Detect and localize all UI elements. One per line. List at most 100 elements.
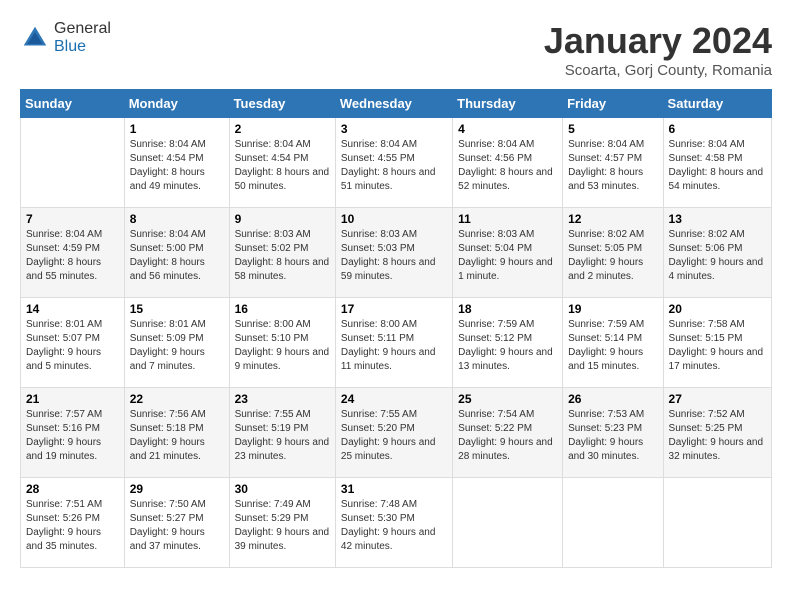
day-info: Sunrise: 8:04 AM Sunset: 4:55 PM Dayligh… bbox=[341, 138, 447, 194]
daylight: Daylight: 8 hours and 52 minutes. bbox=[458, 167, 553, 192]
day-number: 16 bbox=[235, 302, 330, 316]
calendar-cell: 29 Sunrise: 7:50 AM Sunset: 5:27 PM Dayl… bbox=[124, 478, 229, 568]
calendar-cell: 6 Sunrise: 8:04 AM Sunset: 4:58 PM Dayli… bbox=[663, 118, 771, 208]
day-number: 22 bbox=[130, 392, 224, 406]
sunrise: Sunrise: 8:04 AM bbox=[458, 139, 534, 150]
sunset: Sunset: 5:15 PM bbox=[669, 333, 743, 344]
day-number: 18 bbox=[458, 302, 557, 316]
calendar-cell: 24 Sunrise: 7:55 AM Sunset: 5:20 PM Dayl… bbox=[335, 388, 452, 478]
day-number: 15 bbox=[130, 302, 224, 316]
sunrise: Sunrise: 7:58 AM bbox=[669, 319, 745, 330]
daylight: Daylight: 9 hours and 5 minutes. bbox=[26, 347, 101, 372]
calendar-cell bbox=[563, 478, 663, 568]
calendar-week-5: 28 Sunrise: 7:51 AM Sunset: 5:26 PM Dayl… bbox=[21, 478, 772, 568]
sunset: Sunset: 4:57 PM bbox=[568, 153, 642, 164]
calendar-cell: 4 Sunrise: 8:04 AM Sunset: 4:56 PM Dayli… bbox=[453, 118, 563, 208]
sunset: Sunset: 5:09 PM bbox=[130, 333, 204, 344]
calendar-cell: 28 Sunrise: 7:51 AM Sunset: 5:26 PM Dayl… bbox=[21, 478, 125, 568]
day-info: Sunrise: 8:03 AM Sunset: 5:02 PM Dayligh… bbox=[235, 228, 330, 284]
sunset: Sunset: 4:54 PM bbox=[130, 153, 204, 164]
daylight: Daylight: 9 hours and 9 minutes. bbox=[235, 347, 330, 372]
daylight: Daylight: 8 hours and 53 minutes. bbox=[568, 167, 643, 192]
sunrise: Sunrise: 7:55 AM bbox=[235, 409, 311, 420]
sunrise: Sunrise: 8:04 AM bbox=[235, 139, 311, 150]
sunset: Sunset: 5:19 PM bbox=[235, 423, 309, 434]
calendar-cell: 25 Sunrise: 7:54 AM Sunset: 5:22 PM Dayl… bbox=[453, 388, 563, 478]
calendar-cell: 31 Sunrise: 7:48 AM Sunset: 5:30 PM Dayl… bbox=[335, 478, 452, 568]
calendar-cell: 26 Sunrise: 7:53 AM Sunset: 5:23 PM Dayl… bbox=[563, 388, 663, 478]
sunset: Sunset: 5:29 PM bbox=[235, 513, 309, 524]
daylight: Daylight: 8 hours and 58 minutes. bbox=[235, 257, 330, 282]
day-info: Sunrise: 8:04 AM Sunset: 4:59 PM Dayligh… bbox=[26, 228, 119, 284]
calendar-week-3: 14 Sunrise: 8:01 AM Sunset: 5:07 PM Dayl… bbox=[21, 298, 772, 388]
sunset: Sunset: 5:18 PM bbox=[130, 423, 204, 434]
day-info: Sunrise: 7:55 AM Sunset: 5:20 PM Dayligh… bbox=[341, 408, 447, 464]
daylight: Daylight: 9 hours and 28 minutes. bbox=[458, 437, 553, 462]
day-info: Sunrise: 7:59 AM Sunset: 5:12 PM Dayligh… bbox=[458, 318, 557, 374]
sunrise: Sunrise: 8:03 AM bbox=[235, 229, 311, 240]
daylight: Daylight: 9 hours and 32 minutes. bbox=[669, 437, 764, 462]
day-info: Sunrise: 7:52 AM Sunset: 5:25 PM Dayligh… bbox=[669, 408, 766, 464]
day-info: Sunrise: 7:54 AM Sunset: 5:22 PM Dayligh… bbox=[458, 408, 557, 464]
sunset: Sunset: 5:30 PM bbox=[341, 513, 415, 524]
calendar-header: Sunday Monday Tuesday Wednesday Thursday… bbox=[21, 90, 772, 118]
day-number: 17 bbox=[341, 302, 447, 316]
sunset: Sunset: 5:26 PM bbox=[26, 513, 100, 524]
day-number: 1 bbox=[130, 122, 224, 136]
header-friday: Friday bbox=[563, 90, 663, 118]
header-monday: Monday bbox=[124, 90, 229, 118]
day-number: 29 bbox=[130, 482, 224, 496]
calendar-cell: 20 Sunrise: 7:58 AM Sunset: 5:15 PM Dayl… bbox=[663, 298, 771, 388]
page-header: General Blue January 2024 Scoarta, Gorj … bbox=[20, 20, 772, 79]
sunset: Sunset: 5:12 PM bbox=[458, 333, 532, 344]
sunset: Sunset: 5:23 PM bbox=[568, 423, 642, 434]
calendar-cell: 27 Sunrise: 7:52 AM Sunset: 5:25 PM Dayl… bbox=[663, 388, 771, 478]
sunset: Sunset: 5:05 PM bbox=[568, 243, 642, 254]
daylight: Daylight: 9 hours and 21 minutes. bbox=[130, 437, 205, 462]
day-info: Sunrise: 7:51 AM Sunset: 5:26 PM Dayligh… bbox=[26, 498, 119, 554]
sunset: Sunset: 4:56 PM bbox=[458, 153, 532, 164]
daylight: Daylight: 9 hours and 2 minutes. bbox=[568, 257, 643, 282]
sunset: Sunset: 4:55 PM bbox=[341, 153, 415, 164]
day-number: 8 bbox=[130, 212, 224, 226]
day-number: 23 bbox=[235, 392, 330, 406]
day-number: 25 bbox=[458, 392, 557, 406]
daylight: Daylight: 9 hours and 19 minutes. bbox=[26, 437, 101, 462]
day-info: Sunrise: 7:59 AM Sunset: 5:14 PM Dayligh… bbox=[568, 318, 657, 374]
calendar-cell: 21 Sunrise: 7:57 AM Sunset: 5:16 PM Dayl… bbox=[21, 388, 125, 478]
calendar-table: Sunday Monday Tuesday Wednesday Thursday… bbox=[20, 89, 772, 568]
sunrise: Sunrise: 8:04 AM bbox=[130, 139, 206, 150]
daylight: Daylight: 9 hours and 4 minutes. bbox=[669, 257, 764, 282]
day-number: 7 bbox=[26, 212, 119, 226]
calendar-cell: 23 Sunrise: 7:55 AM Sunset: 5:19 PM Dayl… bbox=[229, 388, 335, 478]
calendar-cell: 17 Sunrise: 8:00 AM Sunset: 5:11 PM Dayl… bbox=[335, 298, 452, 388]
day-info: Sunrise: 8:02 AM Sunset: 5:05 PM Dayligh… bbox=[568, 228, 657, 284]
daylight: Daylight: 9 hours and 1 minute. bbox=[458, 257, 553, 282]
sunset: Sunset: 5:07 PM bbox=[26, 333, 100, 344]
sunrise: Sunrise: 8:03 AM bbox=[458, 229, 534, 240]
header-sunday: Sunday bbox=[21, 90, 125, 118]
daylight: Daylight: 9 hours and 30 minutes. bbox=[568, 437, 643, 462]
sunrise: Sunrise: 7:59 AM bbox=[458, 319, 534, 330]
sunrise: Sunrise: 8:04 AM bbox=[341, 139, 417, 150]
day-number: 27 bbox=[669, 392, 766, 406]
sunrise: Sunrise: 8:01 AM bbox=[26, 319, 102, 330]
logo: General Blue bbox=[20, 20, 111, 56]
day-number: 30 bbox=[235, 482, 330, 496]
header-thursday: Thursday bbox=[453, 90, 563, 118]
day-number: 13 bbox=[669, 212, 766, 226]
day-number: 10 bbox=[341, 212, 447, 226]
calendar-cell: 5 Sunrise: 8:04 AM Sunset: 4:57 PM Dayli… bbox=[563, 118, 663, 208]
day-info: Sunrise: 8:04 AM Sunset: 4:58 PM Dayligh… bbox=[669, 138, 766, 194]
daylight: Daylight: 9 hours and 39 minutes. bbox=[235, 527, 330, 552]
day-number: 28 bbox=[26, 482, 119, 496]
calendar-week-4: 21 Sunrise: 7:57 AM Sunset: 5:16 PM Dayl… bbox=[21, 388, 772, 478]
sunrise: Sunrise: 8:04 AM bbox=[26, 229, 102, 240]
calendar-cell: 2 Sunrise: 8:04 AM Sunset: 4:54 PM Dayli… bbox=[229, 118, 335, 208]
daylight: Daylight: 9 hours and 42 minutes. bbox=[341, 527, 436, 552]
sunrise: Sunrise: 7:51 AM bbox=[26, 499, 102, 510]
day-number: 21 bbox=[26, 392, 119, 406]
daylight: Daylight: 9 hours and 25 minutes. bbox=[341, 437, 436, 462]
calendar-week-1: 1 Sunrise: 8:04 AM Sunset: 4:54 PM Dayli… bbox=[21, 118, 772, 208]
daylight: Daylight: 8 hours and 54 minutes. bbox=[669, 167, 764, 192]
